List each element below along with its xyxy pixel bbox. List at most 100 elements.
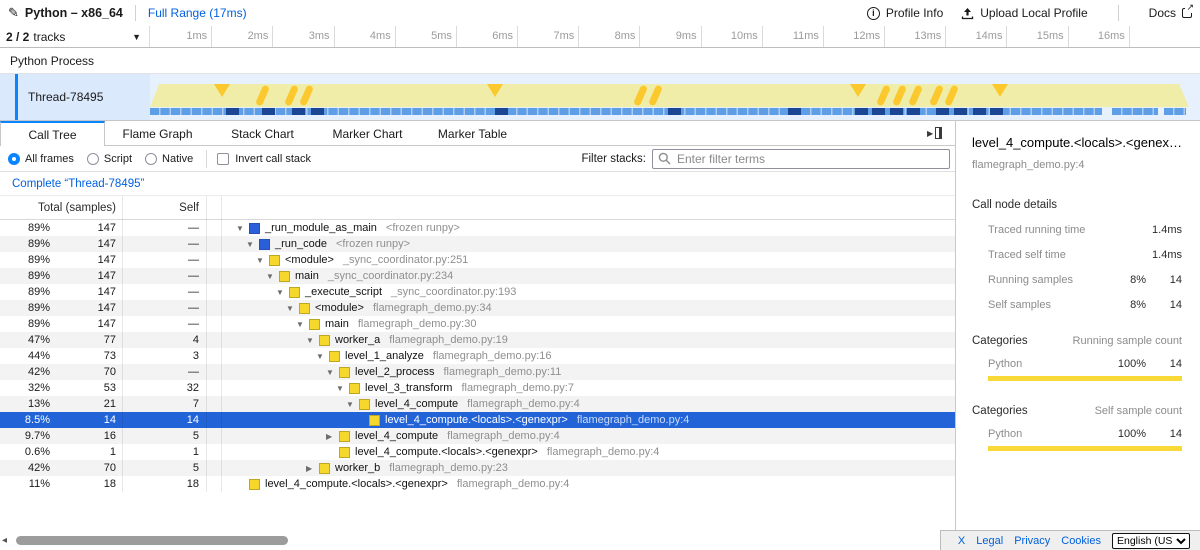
- collapse-icon[interactable]: ▼: [326, 368, 339, 377]
- tab-marker-table[interactable]: Marker Table: [420, 121, 525, 146]
- category-square-yellow: [359, 399, 370, 410]
- category-row: Python100%14: [972, 428, 1182, 440]
- collapse-icon[interactable]: ▼: [286, 304, 299, 313]
- table-row[interactable]: 89%147—▼main_sync_coordinator.py:234: [0, 268, 955, 284]
- tree-cell: ▼<module>_sync_coordinator.py:251: [226, 252, 955, 268]
- table-row[interactable]: 44%733▼level_1_analyzeflamegraph_demo.py…: [0, 348, 955, 364]
- collapse-icon[interactable]: ▼: [336, 384, 349, 393]
- full-range-link[interactable]: Full Range (17ms): [148, 6, 247, 20]
- collapse-icon[interactable]: ▼: [256, 256, 269, 265]
- tracks-selector[interactable]: 2 / 2 tracks ▼: [0, 26, 150, 47]
- docs-button[interactable]: Docs: [1149, 6, 1192, 20]
- collapse-icon[interactable]: ▼: [246, 240, 259, 249]
- file-location: <frozen runpy>: [386, 222, 460, 234]
- table-row[interactable]: 89%147—▼<module>_sync_coordinator.py:251: [0, 252, 955, 268]
- table-row[interactable]: 42%70—▼level_2_processflamegraph_demo.py…: [0, 364, 955, 380]
- tab-marker-chart[interactable]: Marker Chart: [315, 121, 420, 146]
- category-bar-track: [988, 376, 1182, 381]
- profile-name[interactable]: Python – x86_64: [25, 6, 123, 20]
- table-row[interactable]: 89%147—▼_run_code<frozen runpy>: [0, 236, 955, 252]
- chevron-down-icon[interactable]: ▼: [132, 32, 141, 42]
- table-row[interactable]: 42%705▶worker_bflamegraph_demo.py:23: [0, 460, 955, 476]
- horizontal-scrollbar-thumb[interactable]: [16, 536, 288, 545]
- collapse-icon[interactable]: ▼: [296, 320, 309, 329]
- invert-checkbox[interactable]: [217, 153, 229, 165]
- upload-profile-button[interactable]: Upload Local Profile: [961, 6, 1087, 20]
- table-row[interactable]: 32%5332▼level_3_transformflamegraph_demo…: [0, 380, 955, 396]
- function-name: level_4_compute.<locals>.<genexpr>: [265, 478, 448, 490]
- process-track-row[interactable]: Python Process: [0, 48, 1200, 74]
- table-row[interactable]: 89%147—▼_run_module_as_main<frozen runpy…: [0, 220, 955, 236]
- cell-csamp: 147: [50, 220, 123, 236]
- profile-info-button[interactable]: i Profile Info: [867, 6, 943, 20]
- function-name: _run_module_as_main: [265, 222, 377, 234]
- radio-native[interactable]: Native: [145, 153, 193, 165]
- info-icon: i: [867, 7, 880, 20]
- cell-cself: 14: [123, 412, 207, 428]
- sample-segment-dark: [495, 108, 508, 115]
- table-row[interactable]: 8.5%1414level_4_compute.<locals>.<genexp…: [0, 412, 955, 428]
- ruler-tick-label: 6ms: [492, 30, 513, 42]
- table-row[interactable]: 0.6%11level_4_compute.<locals>.<genexpr>…: [0, 444, 955, 460]
- category-bar: [988, 376, 1182, 381]
- sidebar-toggle-icon[interactable]: ▶: [927, 126, 945, 140]
- ruler-tick-label: 1ms: [186, 30, 207, 42]
- collapse-icon[interactable]: ▼: [236, 224, 249, 233]
- file-location: flamegraph_demo.py:4: [467, 398, 580, 410]
- cell-spacer: [207, 364, 222, 380]
- cell-csamp: 73: [50, 348, 123, 364]
- table-row[interactable]: 13%217▼level_4_computeflamegraph_demo.py…: [0, 396, 955, 412]
- cell-csamp: 21: [50, 396, 123, 412]
- footer: ◂ X Legal Privacy Cookies English (US): [0, 530, 1200, 550]
- thread-label-cell[interactable]: Thread-78495: [0, 74, 150, 120]
- collapse-icon[interactable]: ▼: [276, 288, 289, 297]
- radio-script[interactable]: Script: [87, 153, 132, 165]
- table-row[interactable]: 89%147—▼_execute_script_sync_coordinator…: [0, 284, 955, 300]
- pencil-icon[interactable]: ✎: [8, 5, 19, 21]
- cell-cpct: 89%: [0, 284, 50, 300]
- footer-link-legal[interactable]: Legal: [976, 535, 1003, 547]
- collapse-icon[interactable]: ▼: [306, 336, 319, 345]
- cell-cpct: 11%: [0, 476, 50, 492]
- cell-cself: —: [123, 284, 207, 300]
- expand-icon[interactable]: ▶: [326, 432, 339, 441]
- table-row[interactable]: 11%1818level_4_compute.<locals>.<genexpr…: [0, 476, 955, 492]
- external-link-icon: [1182, 8, 1192, 18]
- collapse-icon[interactable]: ▼: [346, 400, 359, 409]
- titlebar: ✎ Python – x86_64 Full Range (17ms) i Pr…: [0, 0, 1200, 26]
- function-name: _run_code: [275, 238, 327, 250]
- tabbar: ▶ Call TreeFlame GraphStack ChartMarker …: [0, 121, 955, 146]
- main-area: ▶ Call TreeFlame GraphStack ChartMarker …: [0, 121, 1200, 530]
- table-row[interactable]: 89%147—▼<module>flamegraph_demo.py:34: [0, 300, 955, 316]
- footer-link-privacy[interactable]: Privacy: [1014, 535, 1050, 547]
- table-row[interactable]: 89%147—▼mainflamegraph_demo.py:30: [0, 316, 955, 332]
- scroll-left-arrow-icon[interactable]: ◂: [2, 535, 7, 546]
- language-select[interactable]: English (US): [1112, 533, 1190, 549]
- expand-icon[interactable]: ▶: [306, 464, 319, 473]
- collapse-icon[interactable]: ▼: [316, 352, 329, 361]
- breadcrumb-complete-thread[interactable]: Complete “Thread-78495”: [12, 178, 144, 190]
- cell-cself: 5: [123, 460, 207, 476]
- table-row[interactable]: 9.7%165▶level_4_computeflamegraph_demo.p…: [0, 428, 955, 444]
- marker-slash: [255, 84, 270, 106]
- footer-link-x[interactable]: X: [958, 535, 965, 547]
- ruler-tick-label: 13ms: [914, 30, 941, 42]
- thread-selected-accent: [15, 74, 18, 120]
- thread-track-row[interactable]: Thread-78495: [0, 74, 1200, 121]
- tab-flame-graph[interactable]: Flame Graph: [105, 121, 210, 146]
- collapse-icon[interactable]: ▼: [266, 272, 279, 281]
- column-header-self[interactable]: Self: [123, 196, 207, 220]
- table-row[interactable]: 47%774▼worker_aflamegraph_demo.py:19: [0, 332, 955, 348]
- footer-link-cookies[interactable]: Cookies: [1061, 535, 1101, 547]
- tab-call-tree[interactable]: Call Tree: [0, 121, 105, 147]
- timeline-ruler: 1ms2ms3ms4ms5ms6ms7ms8ms9ms10ms11ms12ms1…: [150, 26, 1200, 47]
- invert-call-stack-toggle[interactable]: Invert call stack: [217, 153, 311, 165]
- column-header-total[interactable]: Total (samples): [0, 196, 123, 220]
- cell-spacer: [207, 428, 222, 444]
- thread-activity-graph[interactable]: [150, 74, 1200, 120]
- tab-stack-chart[interactable]: Stack Chart: [210, 121, 315, 146]
- ruler-tick-label: 8ms: [615, 30, 636, 42]
- profile-name-group: ✎ Python – x86_64 Full Range (17ms): [0, 5, 247, 21]
- radio-all-frames[interactable]: All frames: [8, 153, 74, 165]
- filter-input[interactable]: [652, 149, 950, 169]
